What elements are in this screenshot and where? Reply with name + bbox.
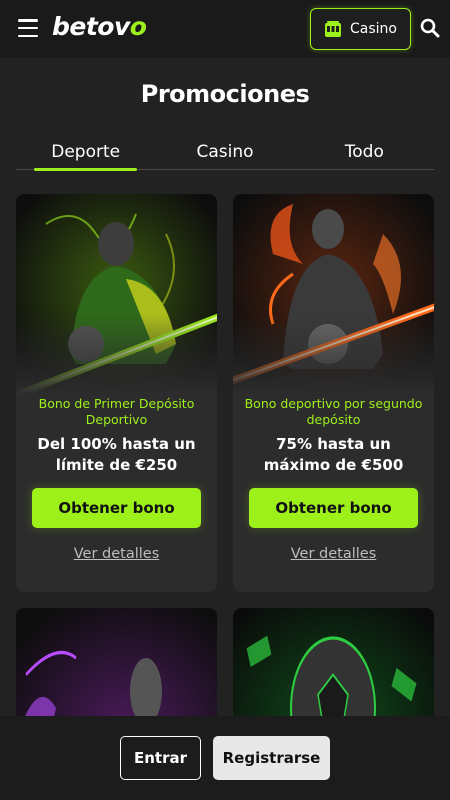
promo-tabs: Deporte Casino Todo (16, 134, 434, 171)
bottom-auth-bar: Entrar Registrarse (0, 716, 450, 800)
promo-card-soccer-ball (233, 608, 434, 728)
promo-card-first-deposit: Bono de Primer Depósito Deportivo Del 10… (16, 194, 217, 592)
promo-card-second-deposit: Bono deportivo por segundo depósito 75% … (233, 194, 434, 592)
top-header: betovo Casino (0, 0, 450, 58)
promo-image-soccer-player (16, 194, 217, 394)
view-details-link[interactable]: Ver detalles (16, 546, 217, 562)
login-button[interactable]: Entrar (120, 736, 201, 780)
page-title: Promociones (140, 80, 310, 108)
promo-headline: Del 100% hasta un límite de €250 (37, 435, 196, 474)
promo-image-basketball-player (233, 194, 434, 394)
view-details-link[interactable]: Ver detalles (233, 546, 434, 562)
slot-machine-icon (325, 21, 341, 37)
casino-button[interactable]: Casino (310, 8, 411, 50)
promo-headline: 75% hasta un máximo de €500 (263, 435, 404, 474)
tab-casino[interactable]: Casino (155, 134, 294, 169)
promo-card-boxer (16, 608, 217, 728)
promo-subtitle: Bono deportivo por segundo depósito (244, 396, 423, 427)
promo-image-soccer-ball (233, 608, 434, 728)
tab-deporte[interactable]: Deporte (16, 134, 155, 171)
promo-image-boxer (16, 608, 217, 728)
tab-todo[interactable]: Todo (295, 134, 434, 169)
hamburger-menu-icon[interactable] (18, 19, 38, 37)
casino-button-label: Casino (350, 21, 397, 37)
betovo-logo[interactable]: betovo (52, 12, 147, 41)
search-icon[interactable] (420, 18, 440, 38)
get-bonus-button[interactable]: Obtener bono (249, 488, 418, 528)
promo-subtitle: Bono de Primer Depósito Deportivo (38, 396, 195, 427)
get-bonus-button[interactable]: Obtener bono (32, 488, 201, 528)
register-button[interactable]: Registrarse (213, 736, 330, 780)
